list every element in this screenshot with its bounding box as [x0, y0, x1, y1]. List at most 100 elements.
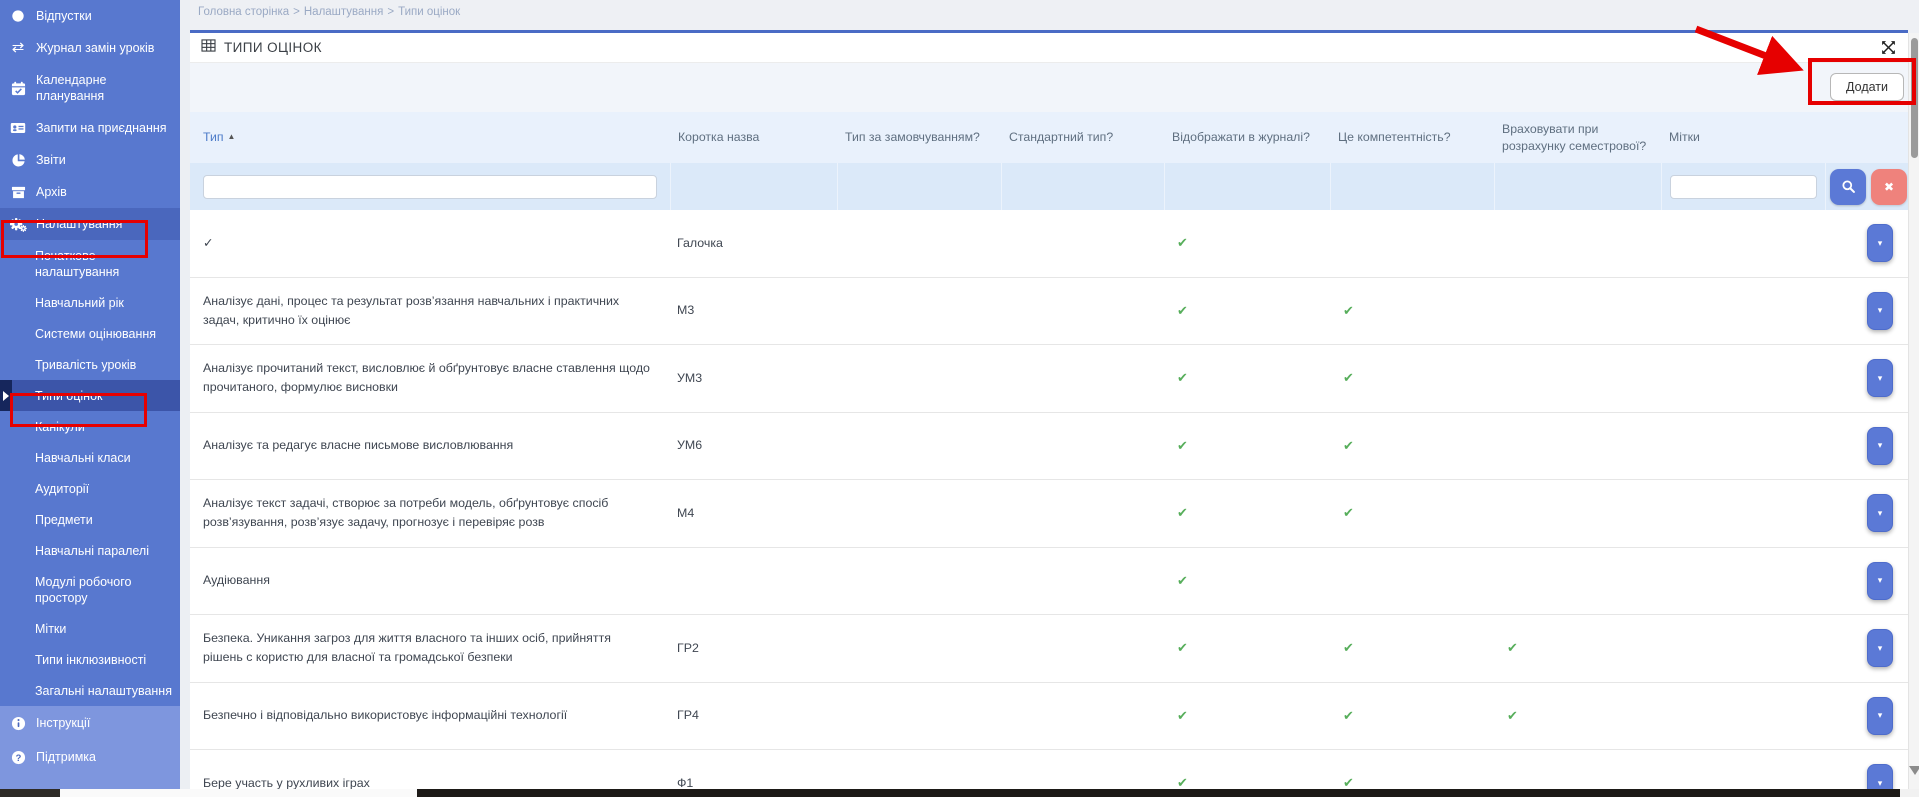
filter-cell-default: [837, 163, 1001, 210]
sidebar-subitem[interactable]: Модулі робочого простору: [0, 566, 180, 613]
cell-in-semester: [1494, 370, 1661, 386]
row-actions-dropdown-button[interactable]: ▾: [1867, 562, 1893, 600]
sidebar-footer-item[interactable]: ? Підтримка: [0, 740, 180, 774]
breadcrumb-link[interactable]: Налаштування: [304, 6, 383, 18]
sidebar-item[interactable]: Налаштування: [0, 208, 180, 240]
row-actions-dropdown-button[interactable]: ▾: [1867, 629, 1893, 667]
sidebar-subitem[interactable]: Початкове налаштування: [0, 240, 180, 287]
row-actions-dropdown-button[interactable]: ▾: [1867, 764, 1893, 789]
cell-in-journal: ✔: [1164, 428, 1330, 464]
archive-icon: [9, 185, 27, 200]
green-check-icon: ✔: [1177, 438, 1188, 453]
cell-type: Аналізує та редагує власне письмове висл…: [190, 428, 670, 463]
column-header[interactable]: Це компетентність?: [1330, 125, 1494, 150]
row-actions-dropdown-button[interactable]: ▾: [1867, 494, 1893, 532]
column-header[interactable]: Коротка назва: [670, 125, 837, 150]
sidebar-subitem-label: Предмети: [35, 513, 93, 527]
table-row: Аналізує та редагує власне письмове висл…: [190, 413, 1908, 481]
cell-is-default: [837, 370, 1001, 386]
filter-cell-type: [190, 163, 670, 210]
vertical-scrollbar-thumb[interactable]: [1911, 38, 1918, 158]
table-grid-icon: [201, 39, 216, 57]
sidebar-subitem[interactable]: Навчальний рік: [0, 287, 180, 318]
cell-in-semester: [1494, 505, 1661, 521]
sidebar-subitem[interactable]: Тривалість уроків: [0, 349, 180, 380]
horizontal-scrollbar-thumb[interactable]: [417, 789, 1900, 797]
cell-labels: [1661, 370, 1825, 386]
sidebar-item[interactable]: Звіти: [0, 144, 180, 176]
green-check-icon: ✔: [1343, 640, 1354, 655]
row-actions-dropdown-button[interactable]: ▾: [1867, 224, 1893, 262]
sidebar-item[interactable]: Архів: [0, 176, 180, 208]
sidebar-settings-submenu: Початкове налаштуванняНавчальний рікСист…: [0, 240, 180, 706]
type-filter-input[interactable]: [203, 175, 657, 199]
sidebar-subitem[interactable]: Навчальні класи: [0, 442, 180, 473]
sidebar-subitem[interactable]: Мітки: [0, 613, 180, 644]
column-header-label: Це компетентність?: [1338, 130, 1451, 144]
column-header[interactable]: Враховувати при розрахунку семестрової?: [1494, 117, 1661, 158]
sidebar-item[interactable]: Календарне планування: [0, 64, 180, 112]
column-header[interactable]: Мітки: [1661, 125, 1825, 150]
breadcrumb-link[interactable]: Головна сторінка: [198, 6, 289, 18]
sidebar-footer-item[interactable]: Інструкції: [0, 706, 180, 740]
column-header-label: Відображати в журналі?: [1172, 130, 1310, 144]
cell-actions: ▾: [1825, 562, 1908, 600]
row-actions-dropdown-button[interactable]: ▾: [1867, 292, 1893, 330]
labels-filter-input[interactable]: [1670, 175, 1817, 199]
scroll-down-arrow-icon[interactable]: [1909, 766, 1919, 775]
column-header[interactable]: Відображати в журналі?: [1164, 125, 1330, 150]
horizontal-scrollbar-left-segment: [0, 789, 60, 797]
sidebar-subitem[interactable]: Навчальні паралелі: [0, 535, 180, 566]
sidebar-subitem[interactable]: Типи інклюзивності: [0, 644, 180, 675]
table-row: Бере участь у рухливих іграхФ1✔✔▾: [190, 750, 1908, 789]
sidebar-item[interactable]: ⇄Журнал замін уроків: [0, 32, 180, 64]
breadcrumb-link[interactable]: Типи оцінок: [398, 6, 460, 18]
panel-header: ТИПИ ОЦІНОК: [190, 33, 1908, 63]
clear-filter-button[interactable]: ✖: [1871, 169, 1907, 205]
sidebar-subitem[interactable]: Системи оцінювання: [0, 318, 180, 349]
sidebar-footer-label: Підтримка: [36, 749, 96, 765]
cell-short-name: ГР2: [670, 631, 837, 666]
filter-cell-semester: [1494, 163, 1661, 210]
horizontal-scrollbar[interactable]: [0, 789, 1919, 797]
breadcrumb-separator: >: [387, 6, 394, 18]
column-header[interactable]: Тип за замовчуванням?: [837, 125, 1001, 150]
expand-arrows-icon[interactable]: [1881, 40, 1896, 55]
cell-is-default: [837, 235, 1001, 251]
sidebar-subitem[interactable]: Загальні налаштування: [0, 675, 180, 706]
cell-labels: [1661, 775, 1825, 789]
cell-in-semester: ✔: [1494, 630, 1661, 666]
vertical-scrollbar[interactable]: [1908, 33, 1919, 789]
sidebar-item[interactable]: Відпустки: [0, 0, 180, 32]
cell-is-standard: [1001, 505, 1164, 521]
row-actions-dropdown-button[interactable]: ▾: [1867, 697, 1893, 735]
cell-type: Бере участь у рухливих іграх: [190, 766, 670, 789]
cell-is-standard: [1001, 775, 1164, 789]
green-check-icon: ✔: [1177, 573, 1188, 588]
sidebar-subitem-label: Навчальні паралелі: [35, 544, 149, 558]
search-button[interactable]: [1830, 169, 1866, 205]
column-header[interactable]: Стандартний тип?: [1001, 125, 1164, 150]
sidebar-item-label: Звіти: [36, 152, 66, 168]
cell-is-competence: ✔: [1330, 293, 1494, 329]
row-actions-dropdown-button[interactable]: ▾: [1867, 359, 1893, 397]
green-check-icon: ✔: [1177, 303, 1188, 318]
sidebar-subitem[interactable]: Аудиторії: [0, 473, 180, 504]
add-button[interactable]: Додати: [1830, 73, 1904, 101]
row-actions-dropdown-button[interactable]: ▾: [1867, 427, 1893, 465]
cell-labels: [1661, 505, 1825, 521]
cell-is-default: [837, 640, 1001, 656]
sidebar-subitem[interactable]: Канікули: [0, 411, 180, 442]
filter-cell-journal: [1164, 163, 1330, 210]
sidebar-subitem[interactable]: Предмети: [0, 504, 180, 535]
sidebar-subitem-label: Тривалість уроків: [35, 358, 136, 372]
question-icon: ?: [9, 750, 27, 765]
cell-short-name: Ф1: [670, 766, 837, 789]
sidebar-item[interactable]: Запити на приєднання: [0, 112, 180, 144]
cell-is-competence: [1330, 573, 1494, 589]
column-header[interactable]: Тип▲: [190, 125, 670, 150]
sidebar-subitem[interactable]: Типи оцінок: [0, 380, 180, 411]
cell-actions: ▾: [1825, 359, 1908, 397]
cell-in-semester: ✔: [1494, 698, 1661, 734]
sidebar-item-label: Журнал замін уроків: [36, 40, 154, 56]
